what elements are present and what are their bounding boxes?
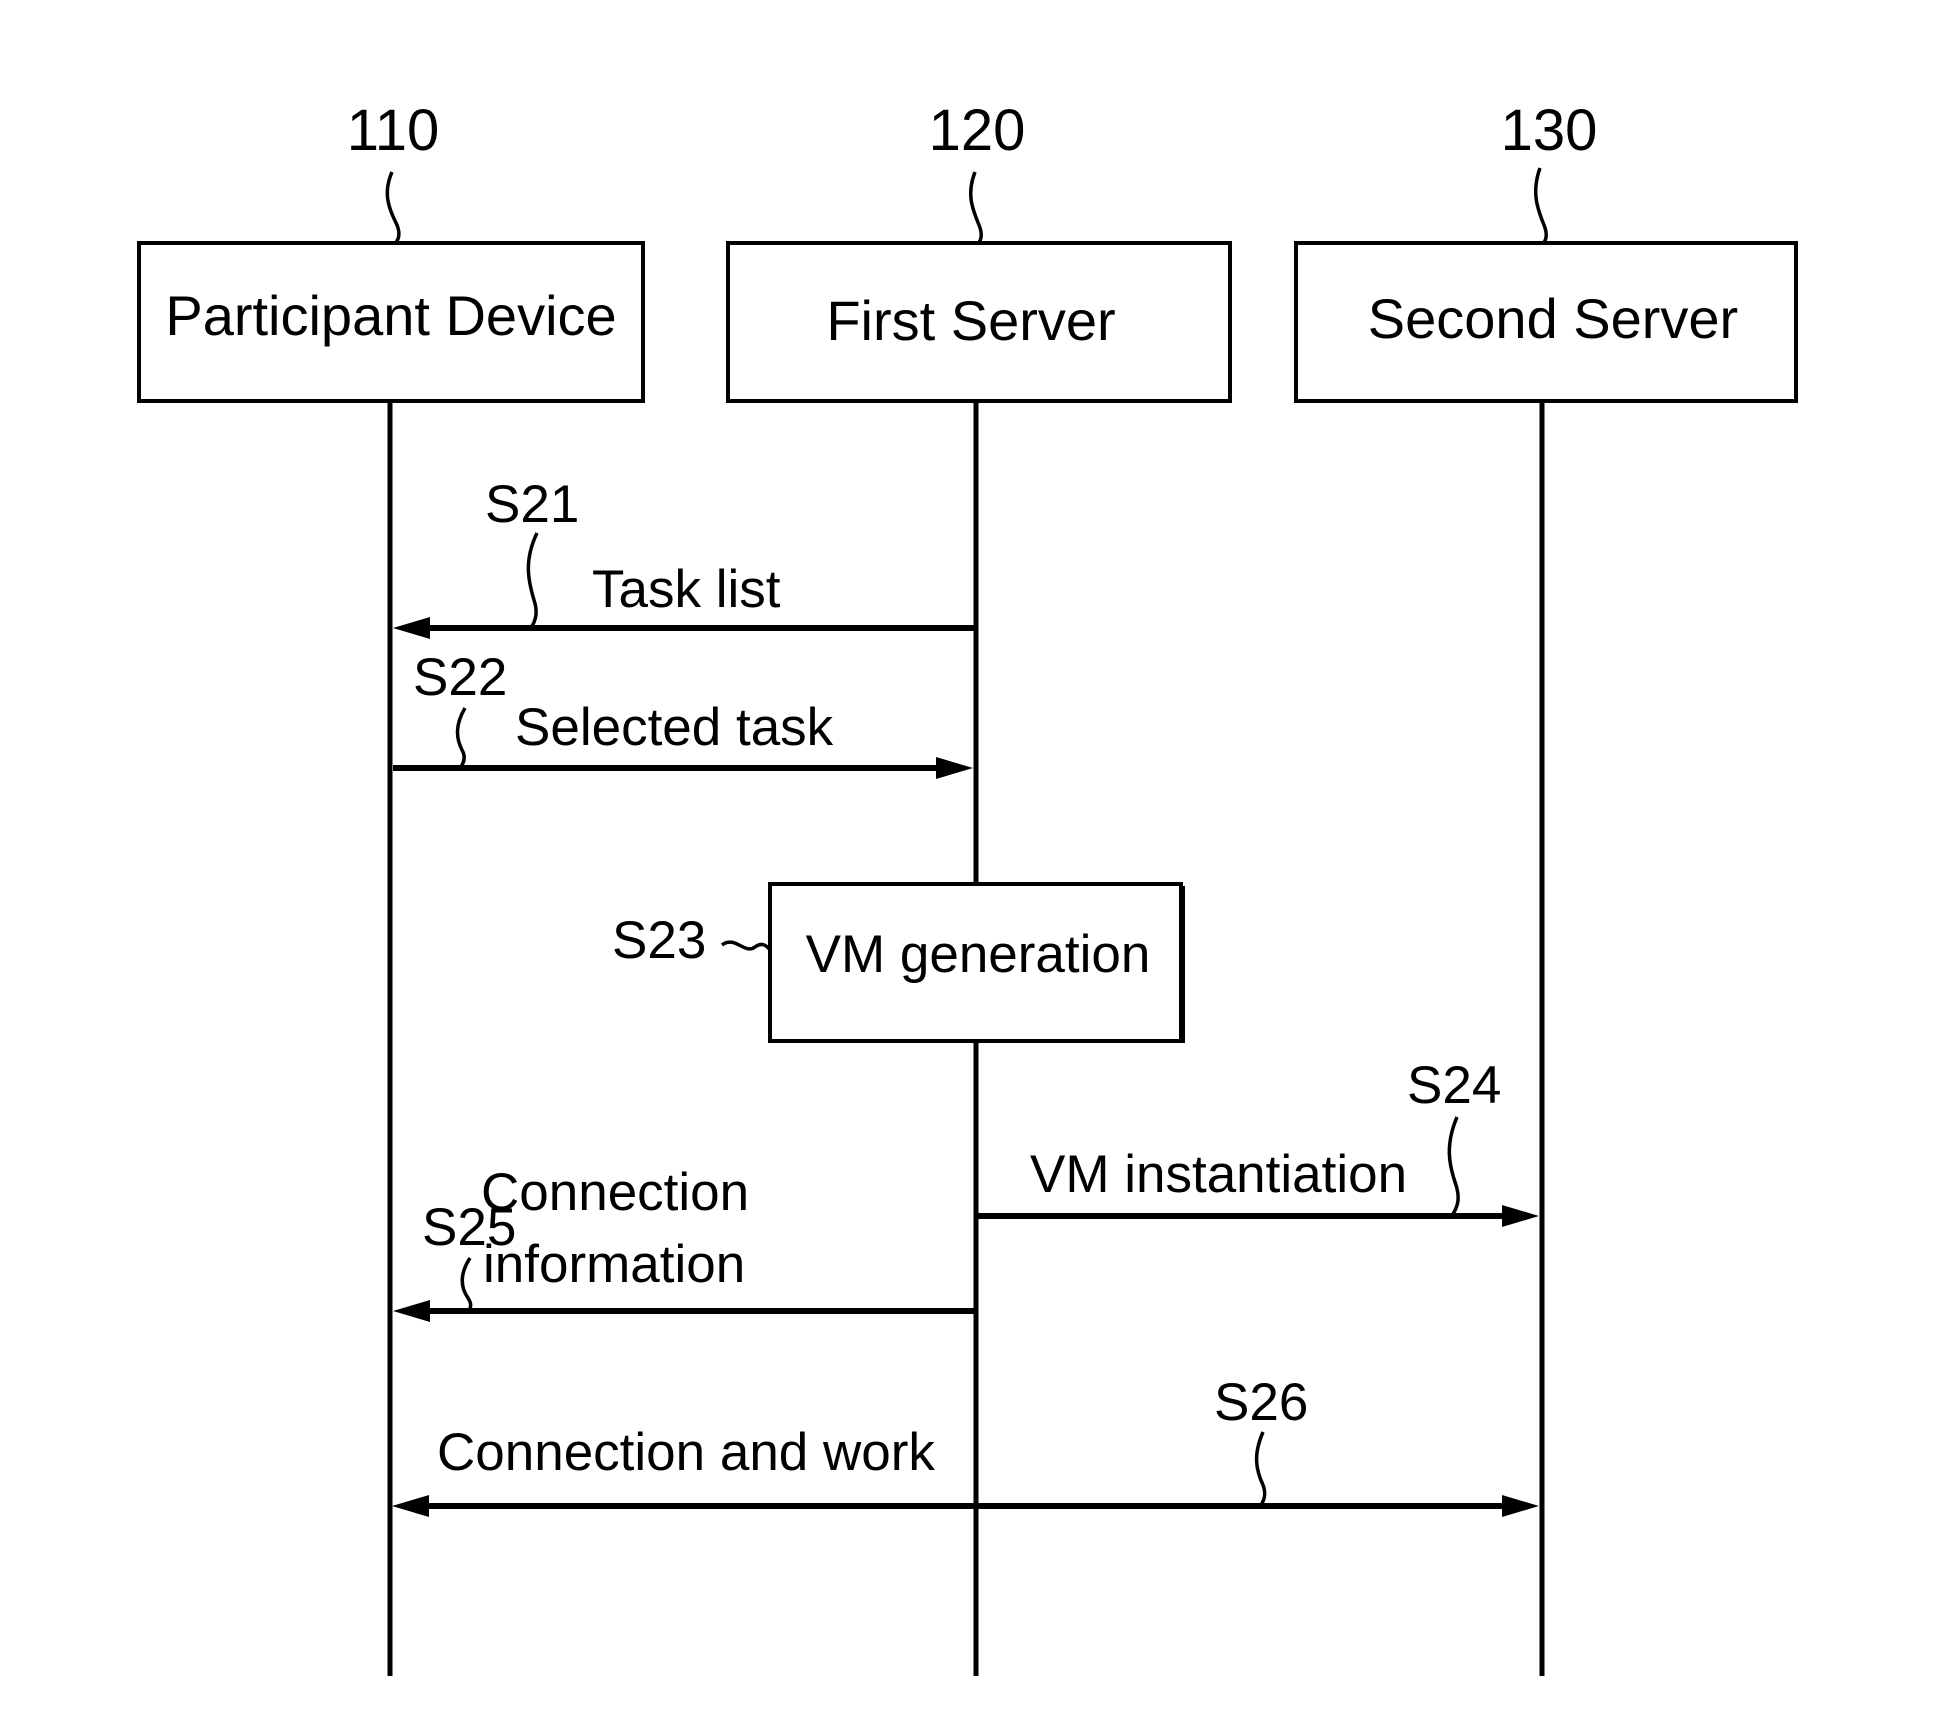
participant-box-first-server: 120 First Server — [726, 98, 1232, 403]
message-s24-vm-instantiation: S24 VM instantiation — [976, 1056, 1539, 1227]
step-label-s22: S22 — [413, 648, 507, 707]
arrowhead-right-icon — [936, 757, 973, 779]
message-s25-connection-information: S25 Connection information — [393, 1163, 976, 1322]
arrowhead-left-icon — [392, 1495, 429, 1517]
message-s22-selected-task: S22 Selected task — [393, 648, 973, 779]
step-leader-squiggle — [526, 532, 539, 629]
participant-box-second-server: 130 Second Server — [1294, 98, 1798, 403]
message-label: VM instantiation — [1030, 1145, 1407, 1204]
ref-number-120: 120 — [929, 98, 1026, 163]
step-leader-squiggle — [460, 1257, 473, 1314]
step-label-s23: S23 — [612, 911, 706, 970]
step-label-s21: S21 — [485, 475, 579, 534]
process-s23-vm-generation: S23 VM generation — [612, 882, 1185, 1043]
ref-number-110: 110 — [347, 98, 439, 163]
step-leader-squiggle — [720, 940, 772, 952]
arrowhead-left-icon — [393, 617, 430, 639]
step-label-s26: S26 — [1214, 1373, 1308, 1432]
participant-label: Second Server — [1368, 287, 1738, 350]
arrowhead-right-icon — [1502, 1495, 1539, 1517]
message-label: Selected task — [515, 698, 834, 757]
sequence-diagram: 110 Participant Device 120 First Server … — [137, 98, 1798, 1676]
participant-box-participant-device: 110 Participant Device — [137, 98, 645, 403]
ref-leader-squiggle — [385, 171, 401, 246]
message-s26-connection-and-work: S26 Connection and work — [392, 1373, 1539, 1517]
process-label: VM generation — [806, 925, 1151, 984]
step-leader-squiggle — [1254, 1431, 1267, 1506]
ref-leader-squiggle — [1533, 167, 1548, 246]
step-leader-squiggle — [455, 707, 467, 770]
ref-number-130: 130 — [1501, 98, 1598, 163]
message-label-line-1: Connection — [481, 1163, 749, 1222]
arrowhead-left-icon — [393, 1300, 430, 1322]
message-label: Task list — [592, 560, 781, 619]
ref-leader-squiggle — [968, 171, 983, 246]
message-label: Connection and work — [437, 1423, 935, 1482]
arrowhead-right-icon — [1502, 1205, 1539, 1227]
step-label-s24: S24 — [1407, 1056, 1501, 1115]
message-label-line-2: information — [483, 1235, 745, 1294]
participant-label: First Server — [826, 289, 1115, 352]
participant-label: Participant Device — [165, 284, 616, 347]
message-s21-task-list: S21 Task list — [393, 475, 976, 639]
step-leader-squiggle — [1447, 1116, 1460, 1215]
